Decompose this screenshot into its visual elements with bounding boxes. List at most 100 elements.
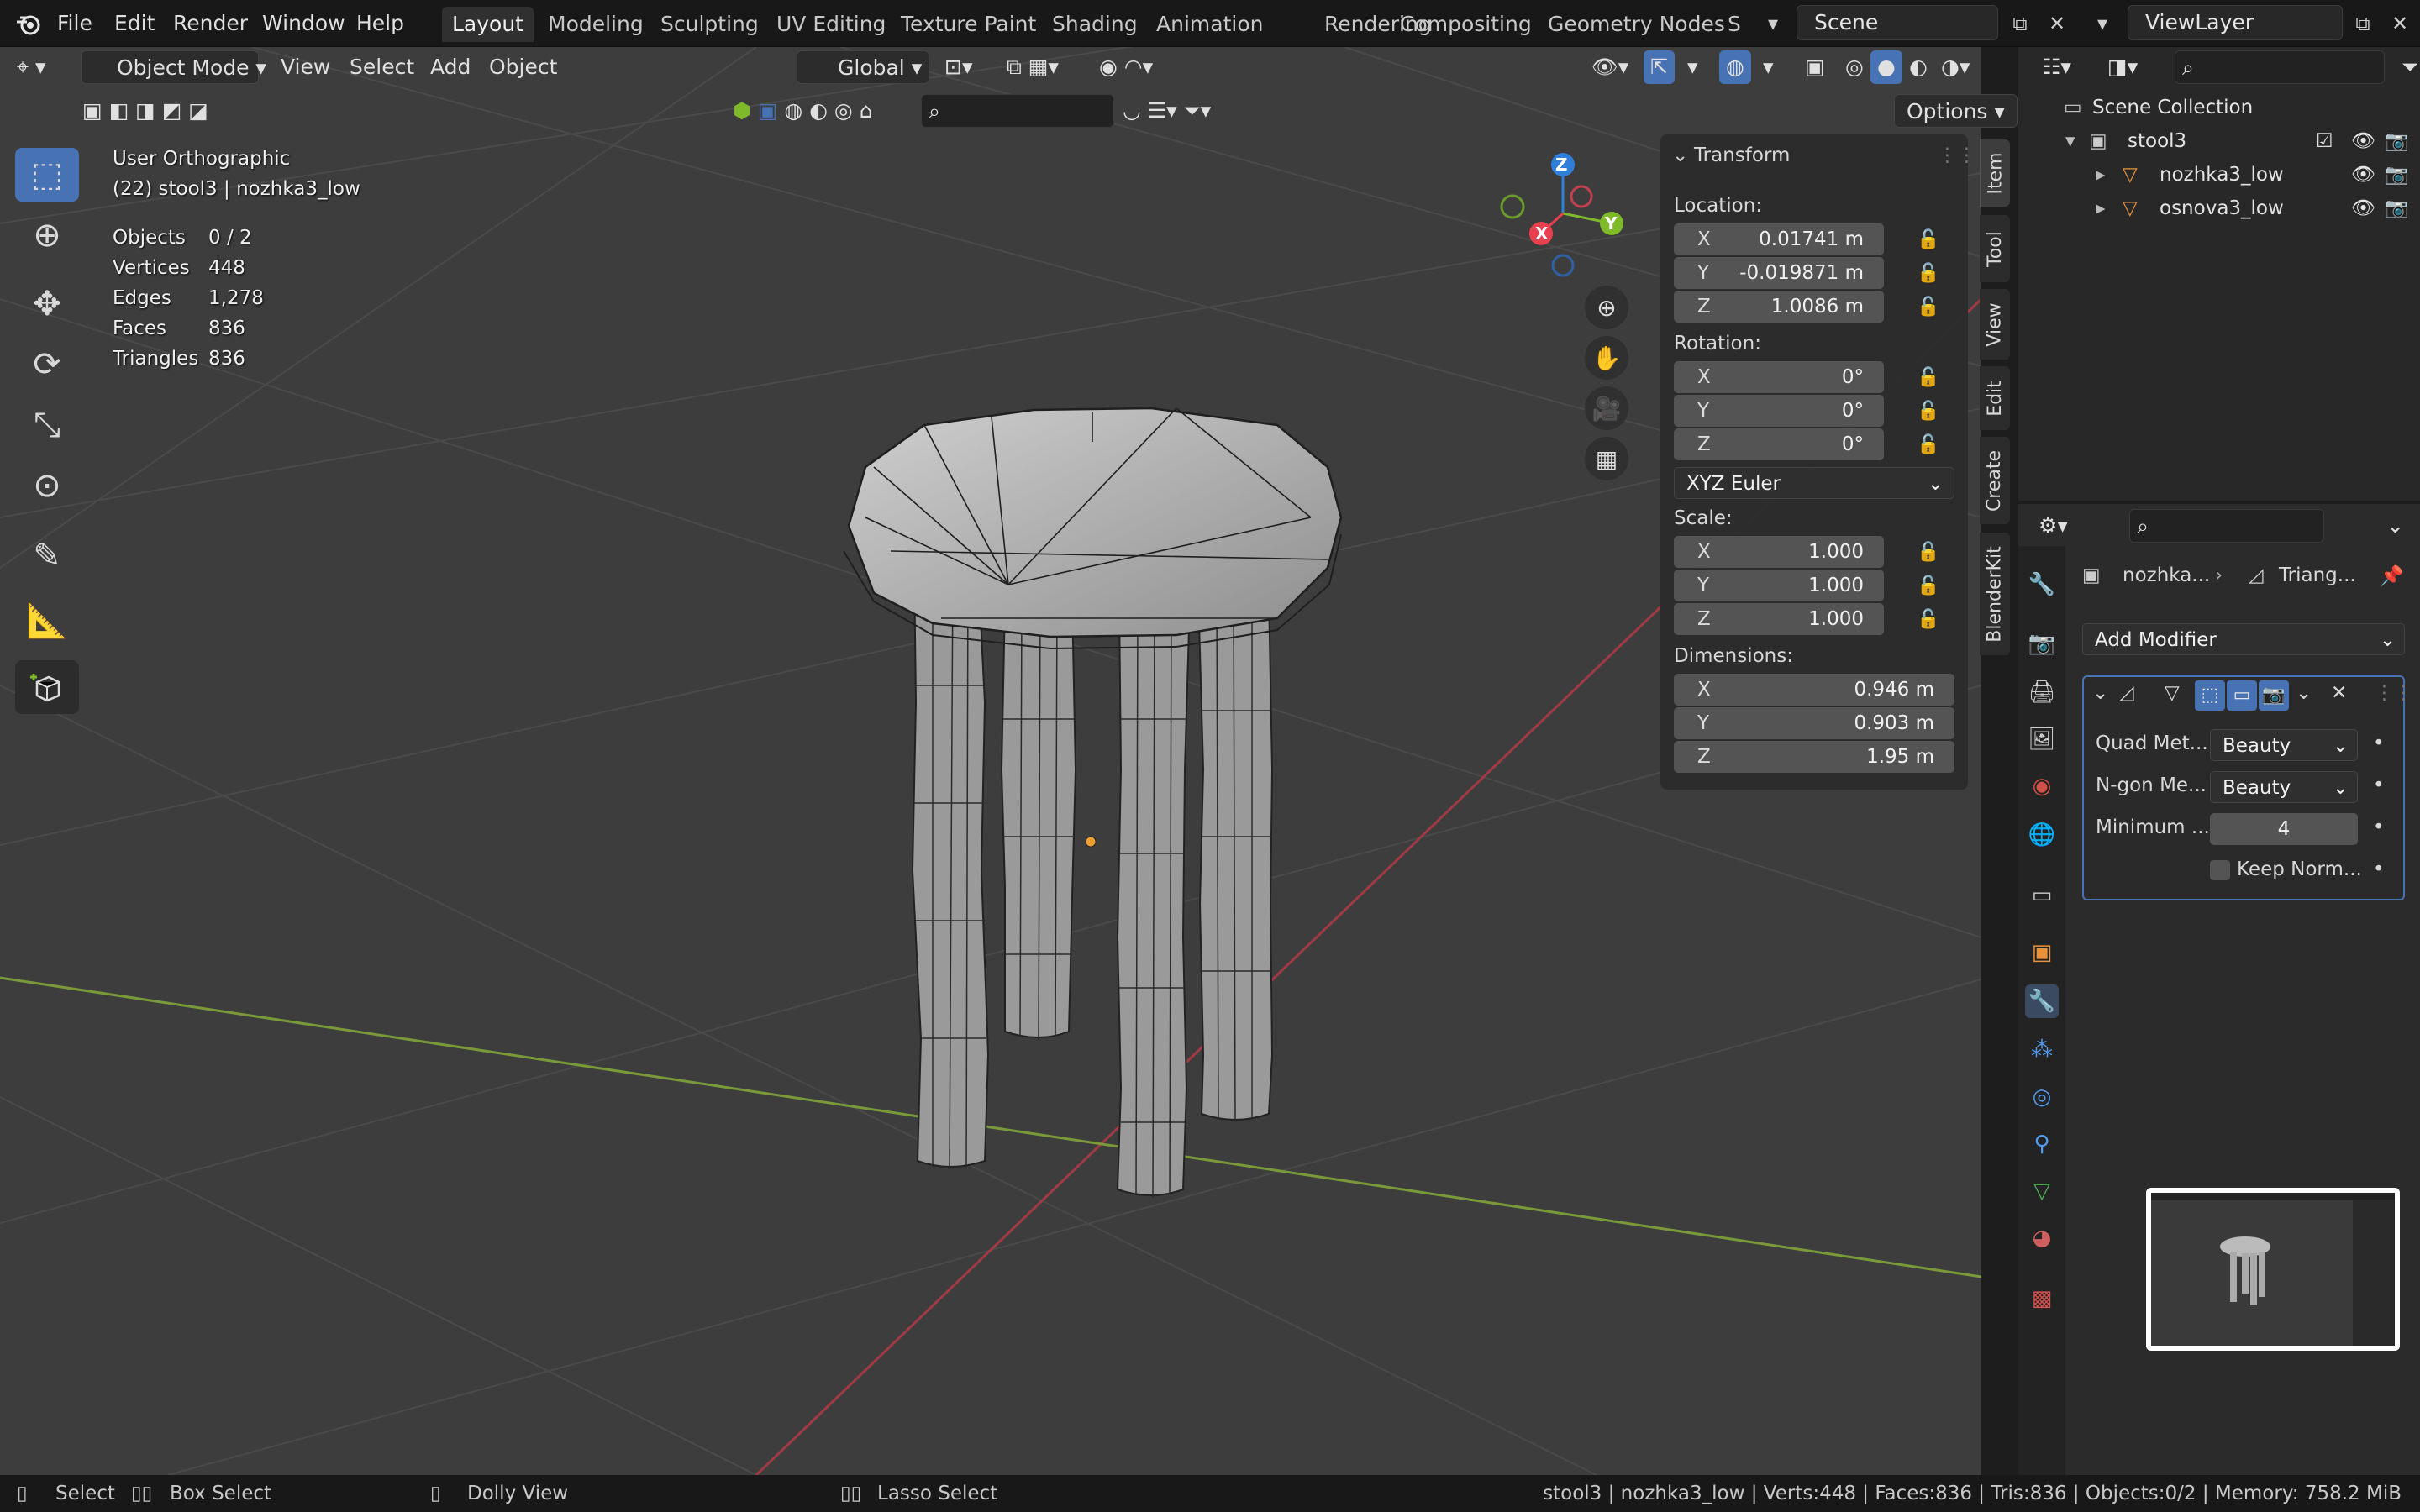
data-properties-icon[interactable]: ▽ bbox=[2025, 1174, 2059, 1208]
object-mode-dropdown[interactable]: Object Mode ▾ bbox=[81, 50, 266, 84]
camera-icon[interactable]: 📷 bbox=[2385, 158, 2409, 192]
modifier-menu-icon[interactable]: ⌄ bbox=[2296, 682, 2312, 704]
panel-collapse-icon[interactable]: ⌄ bbox=[1672, 144, 1688, 166]
scale-tool-icon[interactable]: ⤡ bbox=[15, 398, 79, 452]
annotate-tool-icon[interactable]: ✎ bbox=[15, 529, 79, 583]
modifier-properties-icon[interactable]: 🔧 bbox=[2025, 984, 2059, 1018]
location-z-field[interactable]: Z 1.0086 m bbox=[1674, 291, 1884, 323]
workspace-tab-more[interactable]: S bbox=[1718, 7, 1751, 42]
outliner-search-input[interactable]: ⌕ bbox=[2175, 50, 2385, 84]
scale-y-field[interactable]: Y 1.000 bbox=[1674, 570, 1884, 601]
physics-properties-icon[interactable]: ◎ bbox=[2025, 1080, 2059, 1114]
gizmo-dropdown-icon[interactable]: ▾ bbox=[1681, 50, 1705, 84]
eye-icon[interactable]: 👁 bbox=[2351, 192, 2375, 225]
breadcrumb-object[interactable]: nozhka... bbox=[2123, 564, 2210, 586]
ngon-method-dropdown[interactable]: Beauty ⌄ bbox=[2210, 771, 2358, 803]
lock-icon[interactable]: 🔓 bbox=[1916, 260, 1941, 286]
lock-icon[interactable]: 🔓 bbox=[1916, 432, 1941, 457]
keyframe-dot-icon[interactable]: • bbox=[2373, 816, 2385, 838]
lock-icon[interactable]: 🔓 bbox=[1916, 539, 1941, 564]
transform-panel-title[interactable]: Transform bbox=[1694, 144, 1790, 166]
keyframe-dot-icon[interactable]: • bbox=[2373, 858, 2385, 880]
shading-wireframe-icon[interactable]: ◎ bbox=[1839, 50, 1870, 84]
location-y-field[interactable]: Y -0.019871 m bbox=[1674, 257, 1884, 289]
render-toggle-icon[interactable]: 📷 bbox=[2259, 680, 2289, 711]
workspace-tab-compositing[interactable]: Compositing bbox=[1390, 7, 1542, 42]
dimensions-x-field[interactable]: X 0.946 m bbox=[1674, 674, 1954, 706]
outliner-display-mode-icon[interactable]: ◨▾ bbox=[2101, 50, 2144, 84]
minimum-vertices-field[interactable]: 4 bbox=[2210, 813, 2358, 845]
rotate-tool-icon[interactable]: ⟳ bbox=[15, 338, 79, 391]
tab-edit[interactable]: Edit bbox=[1980, 366, 2010, 430]
screenshot-thumbnail[interactable] bbox=[2146, 1188, 2400, 1351]
shading-rendered-icon[interactable]: ◑▾ bbox=[1934, 50, 1976, 84]
workspace-tab-uv-editing[interactable]: UV Editing bbox=[766, 7, 896, 42]
render-properties-icon[interactable]: 📷 bbox=[2025, 627, 2059, 660]
delete-scene-icon[interactable]: ✕ bbox=[2040, 7, 2074, 40]
add-menu[interactable]: Add bbox=[424, 50, 477, 84]
output-properties-icon[interactable]: 🖨 bbox=[2025, 675, 2059, 709]
material-properties-icon[interactable]: ◕ bbox=[2025, 1221, 2059, 1255]
lock-icon[interactable]: 🔓 bbox=[1916, 294, 1941, 319]
keyframe-dot-icon[interactable]: • bbox=[2373, 732, 2385, 754]
workspace-tab-layout[interactable]: Layout bbox=[442, 7, 534, 42]
viewport-filter-icons[interactable]: ◡ ☰▾ ⏷▾ bbox=[1116, 94, 1218, 128]
outliner-row-stool3[interactable]: ▾ ▣ stool3 ☑ 👁 📷 bbox=[2018, 124, 2420, 158]
measure-tool-icon[interactable]: 📐 bbox=[15, 593, 79, 647]
tab-create[interactable]: Create bbox=[1980, 437, 2010, 524]
modifier-collapse-icon[interactable]: ⌄ bbox=[2092, 682, 2108, 704]
outliner-filter-icon[interactable]: ⏷ bbox=[2395, 50, 2420, 84]
rotation-y-field[interactable]: Y 0° bbox=[1674, 395, 1884, 427]
transform-tool-icon[interactable]: ⊙ bbox=[15, 459, 79, 512]
properties-editor-type-icon[interactable]: ⚙▾ bbox=[2032, 509, 2075, 543]
expand-arrow-icon[interactable]: ▸ bbox=[2096, 158, 2106, 192]
expand-arrow-icon[interactable]: ▸ bbox=[2096, 192, 2106, 225]
shading-material-icon[interactable]: ◐ bbox=[1902, 50, 1934, 84]
checkbox-icon[interactable]: ☑ bbox=[2316, 124, 2333, 158]
outliner-row-nozhka3[interactable]: ▸ ▽ nozhka3_low 👁 📷 bbox=[2018, 158, 2420, 192]
select-box-tool-icon[interactable]: ⬚ bbox=[15, 148, 79, 202]
scene-browse-icon[interactable]: ▾ bbox=[1756, 7, 1790, 40]
lock-icon[interactable]: 🔓 bbox=[1916, 398, 1941, 423]
object-properties-icon[interactable]: ▣ bbox=[2025, 936, 2059, 969]
cage-toggle-icon[interactable]: ⬚ bbox=[2195, 680, 2225, 711]
editor-type-button[interactable]: ⌖ ▾ bbox=[10, 50, 53, 84]
orthographic-grid-icon[interactable]: ▦ bbox=[1585, 437, 1628, 480]
menu-file[interactable]: File bbox=[52, 7, 97, 40]
viewport-toggle-icon[interactable]: ▭ bbox=[2227, 680, 2257, 711]
menu-render[interactable]: Render bbox=[168, 7, 253, 40]
camera-view-icon[interactable]: 🎥 bbox=[1585, 386, 1628, 430]
camera-icon[interactable]: 📷 bbox=[2385, 192, 2409, 225]
tab-tool[interactable]: Tool bbox=[1980, 215, 2010, 282]
scale-x-field[interactable]: X 1.000 bbox=[1674, 536, 1884, 568]
outliner-row-osnova3[interactable]: ▸ ▽ osnova3_low 👁 📷 bbox=[2018, 192, 2420, 225]
view-menu[interactable]: View bbox=[274, 50, 337, 84]
outliner-editor-type-icon[interactable]: ☷▾ bbox=[2035, 50, 2078, 84]
tab-item[interactable]: Item bbox=[1980, 139, 2010, 207]
edit-mode-toggle-icon[interactable]: ▽ bbox=[2165, 682, 2180, 704]
camera-icon[interactable]: 📷 bbox=[2385, 124, 2409, 158]
selection-mode-icons[interactable]: ▣ ◧ ◨ ◩ ◪ bbox=[76, 94, 215, 128]
pin-icon[interactable]: 📌 bbox=[2380, 564, 2404, 587]
properties-options-icon[interactable]: ⌄ bbox=[2380, 509, 2411, 543]
lock-icon[interactable]: 🔓 bbox=[1916, 606, 1941, 632]
workspace-tab-animation[interactable]: Animation bbox=[1146, 7, 1273, 42]
overlays-dropdown-icon[interactable]: ▾ bbox=[1756, 50, 1781, 84]
view-layer-name-field[interactable]: ViewLayer bbox=[2128, 5, 2343, 40]
world-properties-icon[interactable]: 🌐 bbox=[2025, 818, 2059, 852]
move-tool-icon[interactable]: ✥ bbox=[15, 277, 79, 331]
workspace-tab-geometry-nodes[interactable]: Geometry Nodes bbox=[1538, 7, 1735, 42]
menu-help[interactable]: Help bbox=[351, 7, 409, 40]
breadcrumb-modifier[interactable]: Triang... bbox=[2279, 564, 2356, 586]
new-scene-icon[interactable]: ⧉ bbox=[2003, 7, 2037, 40]
tab-view[interactable]: View bbox=[1980, 289, 2010, 360]
view-layer-browse-icon[interactable]: ▾ bbox=[2086, 7, 2119, 40]
rotation-x-field[interactable]: X 0° bbox=[1674, 361, 1884, 393]
tab-blenderkit[interactable]: BlenderKit bbox=[1980, 533, 2010, 655]
workspace-tab-sculpting[interactable]: Sculpting bbox=[650, 7, 769, 42]
snap-icon[interactable]: ⧉ ▦▾ bbox=[1000, 50, 1065, 84]
object-type-filter-icons[interactable]: ⬢ ▣ ◍ ◐ ◎ ⌂ bbox=[726, 94, 880, 128]
workspace-tab-texture-paint[interactable]: Texture Paint bbox=[891, 7, 1046, 42]
panel-drag-handle-icon[interactable]: ⋮⋮ bbox=[1938, 144, 1976, 166]
menu-window[interactable]: Window bbox=[257, 7, 350, 40]
